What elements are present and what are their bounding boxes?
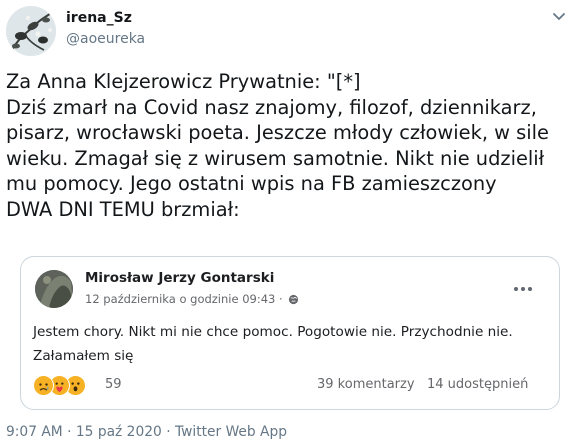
chevron-down-icon[interactable] [548, 6, 570, 28]
reaction-count: 59 [105, 377, 122, 392]
tweet-source[interactable]: Twitter Web App [175, 424, 287, 440]
post-author-avatar [35, 270, 73, 308]
post-date-text: 12 października o godzinie 09:43 · [85, 292, 283, 306]
tweet-metadata: 9:07 AM · 15 paź 2020 · Twitter Web App [6, 424, 287, 440]
tweet-text-line: wieku. Zmagał się z wirusem samotnie. Ni… [6, 146, 545, 170]
more-options-icon [511, 279, 535, 291]
post-text: Jestem chory. Nikt mi nie chce pomoc. Po… [33, 320, 553, 368]
share-count: 14 udostępnień [427, 377, 529, 392]
separator: · [166, 424, 171, 440]
tweet-text-line: pisarz, wrocławski poeta. Jeszcze młody … [6, 121, 549, 145]
tweet-text-line: mu pomocy. Jego ostatni wpis na FB zamie… [6, 172, 497, 196]
tweet-text-line: Dziś zmarł na Covid nasz znajomy, filozo… [6, 95, 537, 119]
post-author-name: Mirosław Jerzy Gontarski [85, 270, 275, 286]
tweet-text: Za Anna Klejzerowicz Prywatnie: "[*] Dzi… [6, 69, 572, 223]
sad-reaction-icon [33, 375, 54, 396]
author-handle[interactable]: @aoeureka [66, 31, 145, 47]
tweet-text-line: DWA DNI TEMU brzmiał: [6, 197, 240, 221]
embedded-post-image[interactable]: Mirosław Jerzy Gontarski 12 października… [20, 256, 560, 410]
avatar-image [6, 6, 56, 56]
post-text-line: Załamałem się [33, 348, 134, 364]
tweet-time[interactable]: 9:07 AM [6, 424, 63, 440]
post-text-line: Jestem chory. Nikt mi nie chce pomoc. Po… [33, 324, 513, 340]
separator: · [67, 424, 72, 440]
comment-count: 39 komentarzy [317, 377, 415, 392]
tweet-text-line: Za Anna Klejzerowicz Prywatnie: "[*] [6, 70, 361, 93]
author-display-name[interactable]: irena_Sz [66, 10, 132, 26]
tweet-date[interactable]: 15 paź 2020 [76, 424, 162, 440]
globe-icon [288, 294, 299, 308]
author-avatar[interactable] [6, 6, 56, 56]
post-date: 12 października o godzinie 09:43 · [85, 292, 299, 308]
